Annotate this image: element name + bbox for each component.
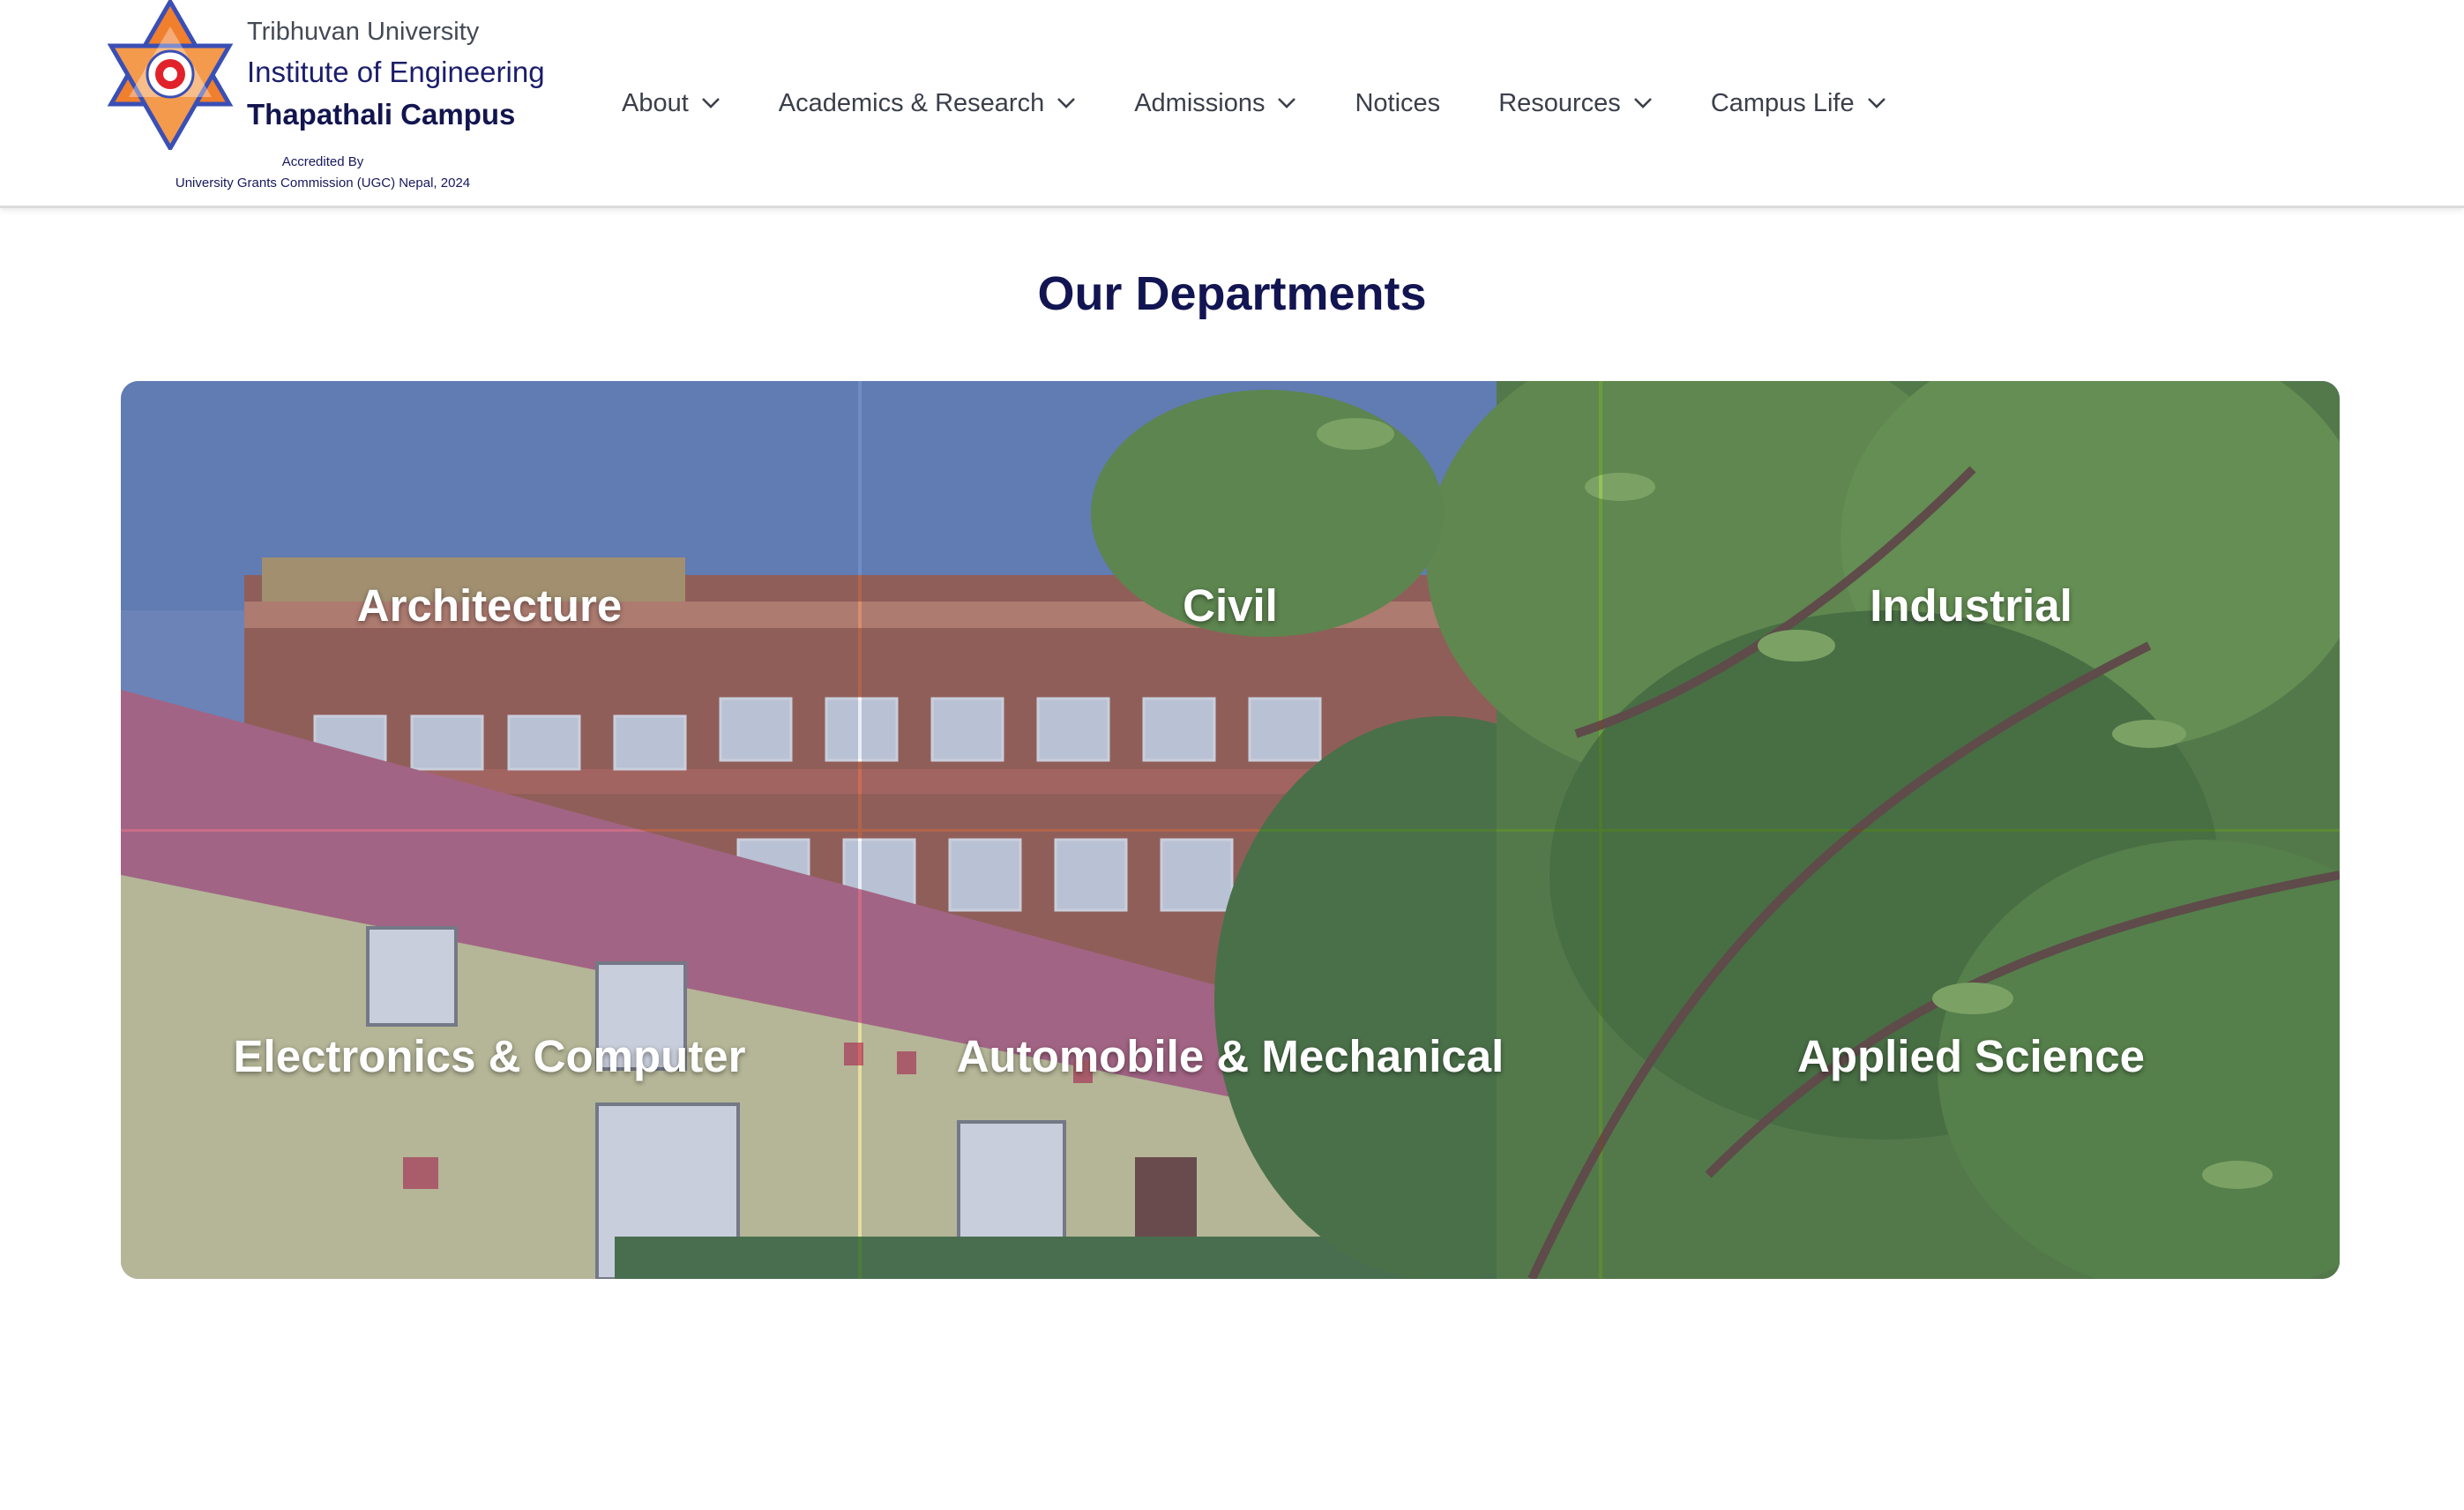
nav-item-label: Campus Life	[1710, 88, 1855, 117]
department-tile-architecture[interactable]: Architecture	[121, 381, 858, 829]
chevron-down-icon	[1278, 98, 1296, 108]
department-label: Applied Science	[1797, 1030, 2145, 1081]
department-tile-electronics-computer[interactable]: Electronics & Computer	[121, 832, 858, 1279]
nav-item-notices[interactable]: Notices	[1355, 89, 1440, 118]
nav-item-admissions[interactable]: Admissions	[1134, 89, 1296, 118]
department-tile-industrial[interactable]: Industrial	[1602, 381, 2340, 829]
department-label: Industrial	[1870, 579, 2072, 631]
campus-name: Thapathali Campus	[247, 98, 516, 131]
department-tile-applied-science[interactable]: Applied Science	[1602, 832, 2340, 1279]
department-label: Electronics & Computer	[233, 1030, 746, 1081]
chevron-down-icon	[701, 98, 720, 108]
department-label: Automobile & Mechanical	[956, 1030, 1505, 1081]
chevron-down-icon	[1633, 98, 1652, 108]
department-tile-automobile-mechanical[interactable]: Automobile & Mechanical	[862, 832, 1599, 1279]
section-title: Our Departments	[1037, 267, 1427, 320]
institute-name: Institute of Engineering	[247, 56, 545, 88]
chevron-down-icon	[1867, 98, 1885, 108]
nav-item-academics-research[interactable]: Academics & Research	[779, 89, 1076, 118]
nav-item-about[interactable]: About	[622, 89, 721, 118]
main-nav: About Academics & Research Admissions No…	[622, 81, 1945, 125]
departments-grid: Architecture Civil Industrial Electronic…	[121, 381, 2340, 1279]
nav-item-label: Resources	[1498, 88, 1621, 117]
accreditation-block: Accredited By University Grants Commissi…	[159, 152, 487, 194]
site-header: Tribhuvan University Institute of Engine…	[0, 0, 2464, 208]
campus-logo-star-icon	[107, 0, 234, 150]
accreditation-text: University Grants Commission (UGC) Nepal…	[175, 176, 471, 191]
university-name: Tribhuvan University	[247, 18, 480, 46]
nav-item-label: Admissions	[1134, 88, 1266, 117]
department-tile-civil[interactable]: Civil	[862, 381, 1599, 829]
nav-item-label: About	[622, 88, 689, 117]
department-label: Architecture	[356, 579, 623, 631]
nav-item-label: Notices	[1355, 88, 1441, 117]
chevron-down-icon	[1057, 98, 1076, 108]
nav-item-label: Academics & Research	[778, 88, 1045, 117]
nav-item-campus-life[interactable]: Campus Life	[1711, 89, 1886, 118]
brand-text: Tribhuvan University Institute of Engine…	[247, 12, 545, 136]
accredited-by-label: Accredited By	[281, 154, 364, 169]
department-label: Civil	[1183, 579, 1278, 631]
nav-item-resources[interactable]: Resources	[1498, 89, 1653, 118]
